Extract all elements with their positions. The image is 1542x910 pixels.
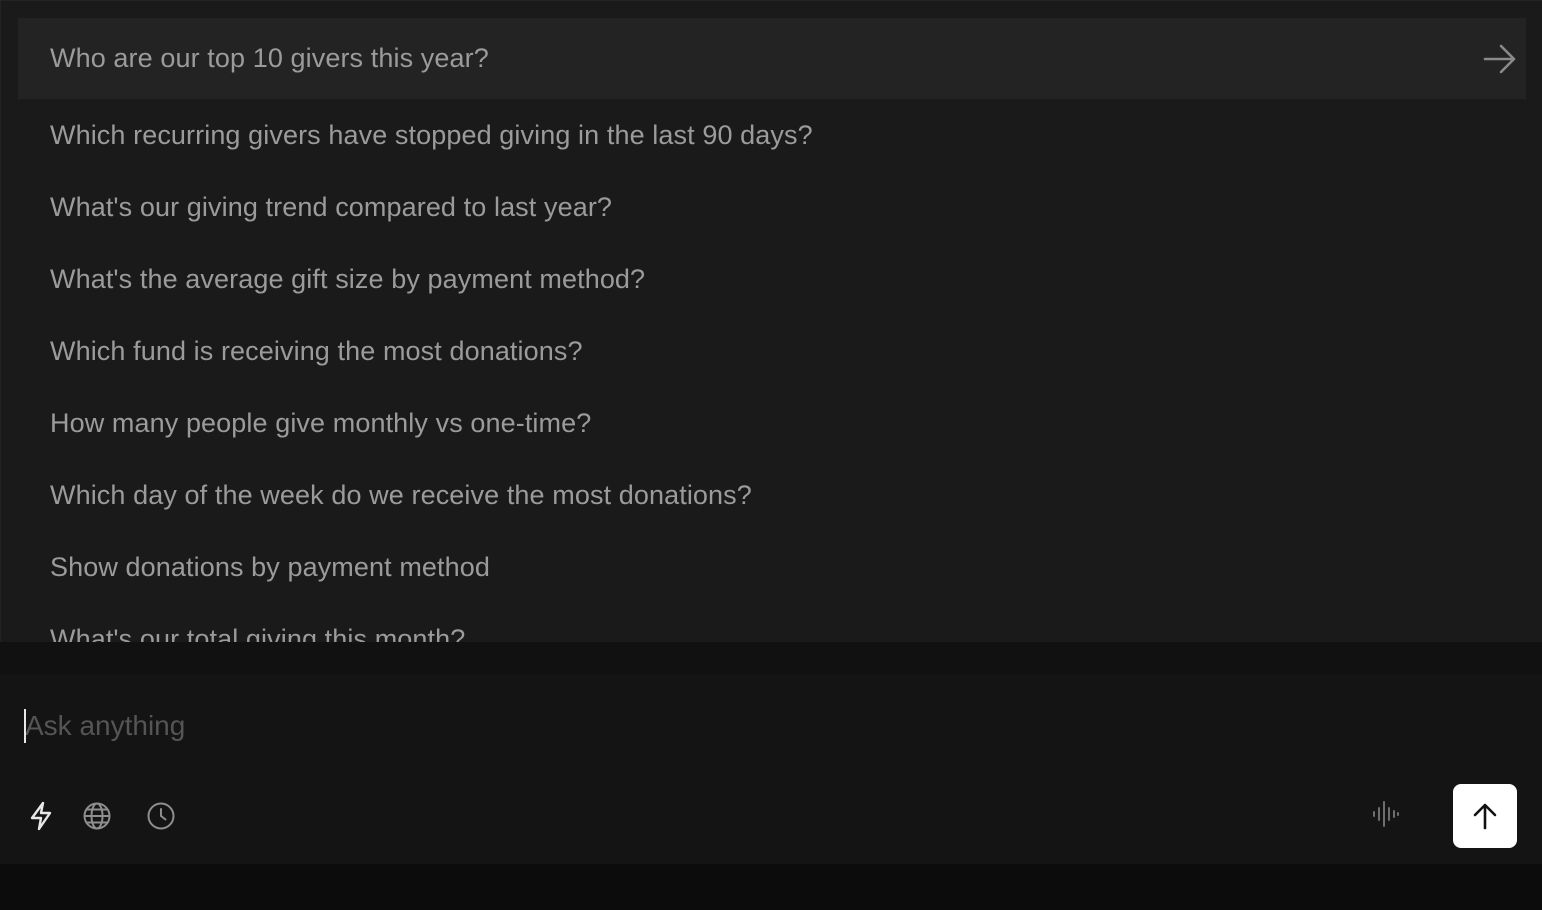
ask-input[interactable]	[25, 704, 1325, 748]
page: Who are our top 10 givers this year? Whi…	[0, 0, 1542, 910]
waveform-icon[interactable]	[1367, 796, 1403, 832]
suggestion-label: Which fund is receiving the most donatio…	[50, 335, 583, 366]
send-button[interactable]	[1453, 784, 1517, 848]
globe-icon[interactable]	[79, 798, 115, 834]
suggestion-label: What's our total giving this month?	[50, 623, 466, 643]
suggestion-item[interactable]: What's our total giving this month?	[18, 603, 1526, 643]
suggestion-item[interactable]: Show donations by payment method	[18, 531, 1526, 603]
composer-divider	[0, 642, 1542, 674]
suggestion-label: Which day of the week do we receive the …	[50, 479, 752, 510]
composer	[0, 674, 1542, 864]
suggestion-label: Which recurring givers have stopped givi…	[50, 119, 813, 150]
suggestion-item[interactable]: Which day of the week do we receive the …	[18, 459, 1526, 531]
suggestion-label: Who are our top 10 givers this year?	[50, 43, 489, 73]
suggestion-list: Who are our top 10 givers this year? Whi…	[18, 18, 1526, 642]
arrow-up-icon	[1470, 801, 1500, 831]
suggestion-item[interactable]: What's the average gift size by payment …	[18, 243, 1526, 315]
suggestion-label: Show donations by payment method	[50, 551, 490, 582]
arrow-right-icon[interactable]	[1480, 39, 1520, 79]
suggestions-panel: Who are our top 10 givers this year? Whi…	[0, 0, 1542, 642]
suggestion-label: What's our giving trend compared to last…	[50, 191, 613, 222]
suggestion-item[interactable]: How many people give monthly vs one-time…	[18, 387, 1526, 459]
clock-icon[interactable]	[143, 798, 179, 834]
suggestion-label: How many people give monthly vs one-time…	[50, 407, 592, 438]
suggestion-item[interactable]: Which recurring givers have stopped givi…	[18, 99, 1526, 171]
suggestion-label: What's the average gift size by payment …	[50, 263, 646, 294]
suggestion-item[interactable]: What's our giving trend compared to last…	[18, 171, 1526, 243]
suggestion-item[interactable]: Who are our top 10 givers this year?	[18, 18, 1526, 99]
text-caret	[24, 709, 26, 743]
lightning-icon[interactable]	[23, 798, 59, 834]
suggestion-item[interactable]: Which fund is receiving the most donatio…	[18, 315, 1526, 387]
